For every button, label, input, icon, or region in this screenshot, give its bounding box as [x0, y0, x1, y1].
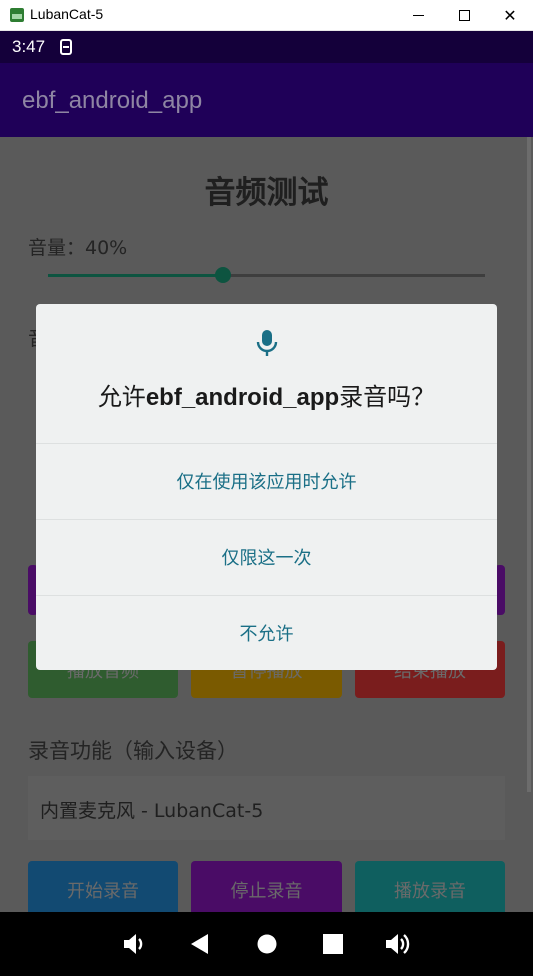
window-title-bar: LubanCat-5 ✕	[0, 0, 533, 31]
maximize-button[interactable]	[441, 0, 487, 31]
input-device-select[interactable]: 内置麦克风 - LubanCat-5	[28, 776, 505, 840]
play-recording-button[interactable]: 播放录音	[355, 861, 505, 912]
app-title: ebf_android_app	[22, 87, 203, 114]
page-title: 音频测试	[204, 175, 329, 211]
app-window-icon	[10, 8, 24, 22]
back-icon[interactable]	[186, 930, 214, 958]
status-time: 3:47	[12, 37, 46, 56]
allow-once-button[interactable]: 仅限这一次	[36, 519, 497, 594]
status-bar: 3:47	[0, 31, 533, 63]
dialog-title-app: ebf_android_app	[145, 384, 340, 411]
stop-recording-button[interactable]: 停止录音	[191, 861, 342, 912]
home-icon[interactable]	[253, 930, 281, 958]
scrollbar[interactable]	[527, 137, 531, 792]
deny-button[interactable]: 不允许	[36, 595, 497, 670]
dialog-title-suffix: 录音吗？	[339, 383, 436, 411]
dialog-title: 允许ebf_android_app录音吗？	[36, 377, 497, 412]
volume-slider-track[interactable]	[223, 274, 485, 277]
volume-slider-thumb[interactable]	[215, 267, 231, 283]
minimize-icon	[412, 15, 424, 16]
recents-icon[interactable]	[319, 930, 347, 958]
start-recording-button[interactable]: 开始录音	[28, 861, 178, 912]
microphone-icon	[256, 330, 278, 356]
volume-up-icon[interactable]	[384, 930, 412, 958]
close-icon: ✕	[503, 6, 517, 25]
volume-down-icon[interactable]	[120, 930, 148, 958]
window-title: LubanCat-5	[30, 6, 104, 22]
navigation-bar	[0, 912, 533, 976]
volume-slider-filled[interactable]	[48, 274, 223, 277]
record-section-title: 录音功能（输入设备）	[28, 739, 238, 763]
close-button[interactable]: ✕	[487, 0, 533, 31]
minimize-button[interactable]	[395, 0, 441, 31]
allow-while-using-button[interactable]: 仅在使用该应用时允许	[36, 443, 497, 518]
storage-icon	[60, 39, 72, 55]
permission-dialog: 允许ebf_android_app录音吗？ 仅在使用该应用时允许 仅限这一次 不…	[36, 304, 497, 670]
volume-label: 音量：40%	[28, 237, 128, 259]
input-device-value: 内置麦克风 - LubanCat-5	[40, 800, 264, 822]
dialog-title-prefix: 允许	[97, 383, 146, 411]
app-bar: ebf_android_app	[0, 63, 533, 137]
maximize-icon	[458, 10, 470, 21]
